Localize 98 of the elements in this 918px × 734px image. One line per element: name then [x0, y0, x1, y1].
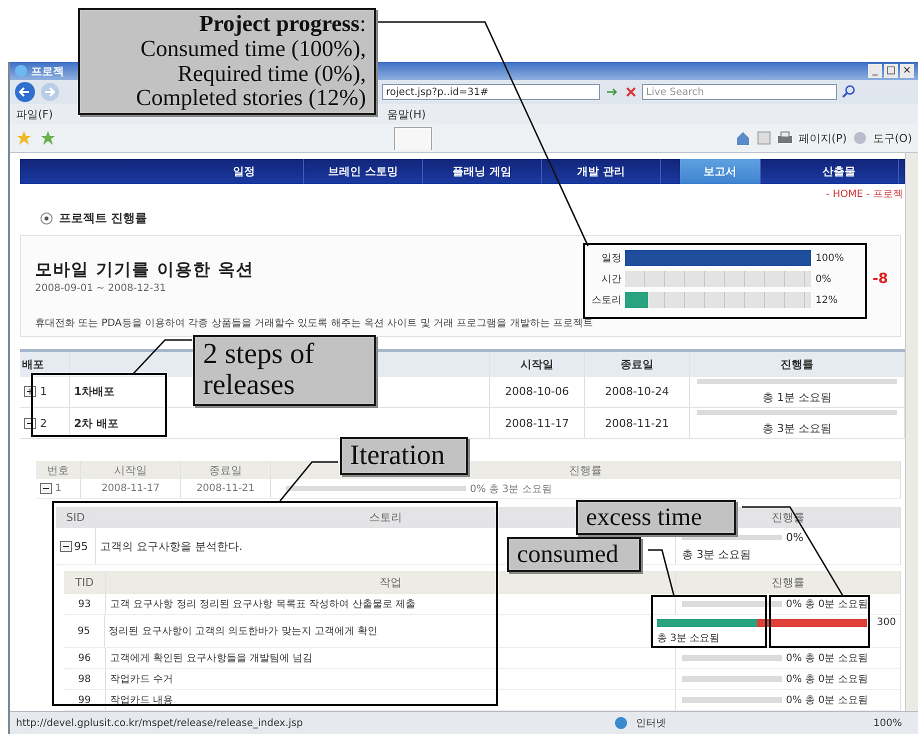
toolbar-menu[interactable]: 도구(O) — [872, 130, 912, 146]
table-cell: 2008-11-17 — [505, 416, 569, 430]
progress-text: 총 1분 소요됨 — [762, 390, 832, 405]
table-cell: 2008-10-06 — [505, 385, 569, 398]
zoom-level[interactable]: 100% — [873, 718, 902, 728]
table-cell: 1 — [55, 483, 62, 494]
table-cell: 2 — [40, 416, 47, 430]
task-title[interactable]: 고객 요구사항 정리 정리된 요구사항 목록표 작성하여 산출물로 제출 — [110, 597, 416, 612]
table-cell: 2008-11-21 — [196, 483, 255, 494]
window-control[interactable]: □ — [884, 64, 898, 78]
progress-text: 총 3분 소요됨 — [682, 546, 751, 562]
progress-text: 0% 총 0분 소요됨 — [786, 598, 868, 612]
leader-line — [279, 461, 338, 502]
table-cell: 93 — [78, 598, 91, 610]
back-icon[interactable] — [14, 81, 36, 103]
column-header: 종료일 — [209, 462, 242, 478]
table-cell: 95 — [74, 540, 88, 553]
column-header: 작업 — [380, 575, 402, 590]
overdue-days: -8 — [872, 271, 888, 287]
table-cell: 2008-11-17 — [101, 483, 160, 494]
callout: 2 steps of releases — [193, 335, 376, 406]
progress-text: 0% 총 0분 소요됨 — [786, 652, 868, 666]
project-description: 휴대전화 또는 PDA등을 이용하여 각종 상품들을 거래할수 있도록 해주는 옥션 사이트 및 거래 프로그램을 개발하는 프로젝트 — [35, 317, 594, 330]
progress-text: 0% — [786, 530, 804, 544]
table-cell: 98 — [78, 674, 91, 685]
callout: Iteration — [340, 437, 468, 476]
star-icon[interactable] — [16, 130, 32, 146]
leader-line — [648, 549, 675, 596]
table-cell: 1 — [40, 385, 47, 398]
search-icon[interactable] — [841, 84, 857, 100]
release-name[interactable]: 1차배포 — [74, 384, 115, 400]
table-cell: 2008-10-24 — [605, 385, 669, 398]
browser-icon — [14, 64, 28, 78]
home-icon[interactable] — [734, 130, 751, 146]
release-name[interactable]: 2차 배포 — [74, 416, 118, 431]
add-favorite-icon[interactable] — [40, 130, 56, 146]
browser-tab[interactable] — [394, 126, 432, 150]
toolbar-menu[interactable]: 페이지(P) — [798, 130, 847, 146]
task-title[interactable]: 정리된 요구사항이 고객의 의도한바가 맞는지 고객에게 확인 — [108, 624, 378, 638]
print-icon[interactable] — [776, 131, 793, 145]
column-header: 진행률 — [780, 356, 814, 372]
column-header: 시작일 — [114, 462, 147, 478]
column-header: 시작일 — [520, 356, 554, 372]
project-title: 모바일 기기를 이용한 옥션 — [35, 259, 255, 281]
window-control[interactable]: × — [900, 64, 914, 78]
nav-tab[interactable]: 플래닝 게임 — [423, 159, 542, 184]
project-dates: 2008-09-01 ~ 2008-12-31 — [35, 283, 167, 294]
window-title: 프로젝 — [31, 64, 64, 78]
meter-label: 일정 — [600, 252, 622, 265]
column-header: 스토리 — [369, 510, 402, 526]
column-header: 배포 — [22, 356, 44, 372]
column-header: SID — [66, 511, 85, 524]
meter-label: 시간 — [600, 273, 622, 286]
progress-text: 0% 총 0분 소요됨 — [786, 673, 868, 686]
callout: excess time — [576, 500, 736, 535]
menu-item[interactable]: 움말(H) — [386, 106, 426, 122]
progress-text: 300 — [876, 617, 896, 628]
nav-tab[interactable]: 개발 관리 — [542, 159, 661, 184]
task-title[interactable]: 작업카드 내용 — [110, 693, 174, 708]
collapse-icon[interactable] — [60, 540, 72, 552]
story-title[interactable]: 고객의 요구사항을 분석한다. — [100, 538, 242, 554]
nav-tab[interactable]: 산출물 — [780, 159, 899, 184]
table-cell: 96 — [78, 652, 91, 664]
column-header: TID — [75, 576, 94, 590]
meter-label: 스토리 — [590, 294, 622, 307]
meter-reading: 100% — [815, 252, 846, 264]
table-cell: 99 — [78, 694, 91, 706]
breadcrumb[interactable]: - HOME - 프로젝 — [826, 187, 903, 201]
security-zone: 인터넷 — [636, 717, 666, 730]
table-cell: 95 — [77, 626, 90, 637]
progress-text: 총 3분 소요됨 — [656, 632, 720, 646]
bullet-icon — [40, 212, 53, 225]
task-title[interactable]: 작업카드 수거 — [110, 672, 174, 686]
nav-tab[interactable]: 일정 — [185, 159, 304, 184]
column-header: 종료일 — [620, 356, 654, 372]
table-cell: 2008-11-21 — [605, 416, 669, 430]
progress-text: 0% 총 3분 소요됨 — [470, 482, 552, 496]
task-title[interactable]: 고객에게 확인된 요구사항들을 개발팀에 넘김 — [110, 651, 313, 666]
progress-text: 총 3분 소요됨 — [762, 421, 832, 436]
meter-reading: 12% — [815, 294, 839, 306]
leader-line — [132, 339, 192, 375]
callout: Project progress: Consumed time (100%), Required time (0%), Completed stories (12%) — [78, 8, 376, 116]
status-url: http://devel.gplusit.co.kr/mspet/release/release_index.jsp — [16, 718, 304, 728]
address-field[interactable]: roject.jsp?p..id=31# — [382, 84, 600, 100]
column-header: 번호 — [47, 462, 69, 478]
scrollbar[interactable] — [905, 153, 918, 711]
collapse-icon[interactable] — [40, 483, 52, 494]
progress-text: 0% 총 0분 소요됨 — [786, 694, 868, 708]
menu-item[interactable]: 파일(F) — [16, 106, 53, 122]
nav-tab[interactable]: 브레인 스토밍 — [304, 159, 423, 184]
column-header: 진행률 — [569, 462, 602, 478]
meter-reading: 0% — [815, 274, 832, 284]
close-icon[interactable] — [624, 85, 638, 99]
column-header: 진행률 — [772, 575, 804, 590]
window-control[interactable]: _ — [868, 64, 882, 78]
callout: consumed — [507, 537, 641, 572]
globe-icon — [614, 716, 628, 730]
section-title: 프로젝트 진행률 — [59, 210, 148, 227]
